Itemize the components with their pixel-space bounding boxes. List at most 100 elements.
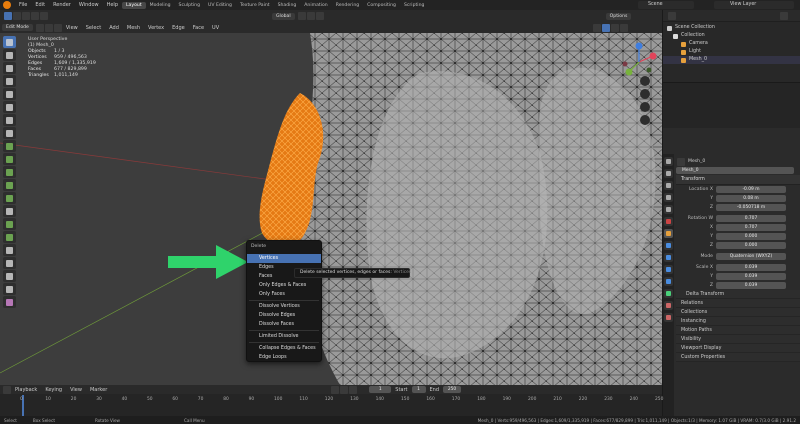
delta-transform-subpanel[interactable]: Delta Transform bbox=[676, 290, 800, 299]
rotation-mode-dropdown[interactable]: Quaternion (WXYZ) bbox=[716, 253, 786, 260]
relations-panel[interactable]: Relations bbox=[676, 299, 800, 308]
texture-tab-icon[interactable] bbox=[664, 313, 673, 322]
knife-tool-icon[interactable] bbox=[3, 205, 16, 217]
menu-keying[interactable]: Keying bbox=[41, 387, 66, 393]
outliner-item[interactable]: Collection bbox=[663, 32, 800, 40]
filter-icon[interactable] bbox=[780, 11, 788, 20]
location-x-field[interactable]: -0.09 m bbox=[716, 186, 786, 193]
menu-item-dissolve-edges[interactable]: Dissolve Edges bbox=[247, 311, 321, 320]
render-tab-icon[interactable] bbox=[664, 169, 673, 178]
rotate-tool-icon[interactable] bbox=[3, 75, 16, 87]
annotate-tool-icon[interactable] bbox=[3, 114, 16, 126]
scale-tool-icon[interactable] bbox=[3, 88, 16, 100]
mode-dropdown[interactable]: Edit Mode bbox=[2, 24, 33, 31]
object-tab-icon[interactable] bbox=[664, 229, 673, 238]
start-frame-field[interactable]: 1 bbox=[411, 386, 426, 393]
scale-x-field[interactable]: 0.039 bbox=[716, 264, 786, 271]
physics-tab-icon[interactable] bbox=[664, 265, 673, 274]
shear-tool-icon[interactable] bbox=[3, 283, 16, 295]
poly-build-tool-icon[interactable] bbox=[3, 218, 16, 230]
menu-marker[interactable]: Marker bbox=[86, 387, 111, 393]
menu-edit[interactable]: Edit bbox=[31, 2, 49, 8]
menu-render[interactable]: Render bbox=[49, 2, 75, 8]
tab-compositing[interactable]: Compositing bbox=[363, 2, 400, 9]
location-z-field[interactable]: -0.050718 m bbox=[716, 204, 786, 211]
rip-tool-icon[interactable] bbox=[3, 296, 16, 308]
menu-select[interactable]: Select bbox=[82, 25, 105, 31]
menu-face[interactable]: Face bbox=[189, 25, 208, 31]
view-layer-selector[interactable]: View Layer bbox=[714, 1, 794, 9]
world-tab-icon[interactable] bbox=[664, 217, 673, 226]
menu-edge[interactable]: Edge bbox=[168, 25, 189, 31]
menu-item-only-faces[interactable]: Only Faces bbox=[247, 290, 321, 299]
menu-item-dissolve-vertices[interactable]: Dissolve Vertices bbox=[247, 302, 321, 311]
scale-y-field[interactable]: 0.039 bbox=[716, 273, 786, 280]
select-mode-icon[interactable] bbox=[31, 12, 39, 20]
next-frame-icon[interactable] bbox=[349, 385, 358, 394]
end-frame-field[interactable]: 250 bbox=[443, 386, 462, 393]
material-tab-icon[interactable] bbox=[664, 301, 673, 310]
collections-panel[interactable]: Collections bbox=[676, 308, 800, 317]
options-dropdown[interactable]: Options bbox=[605, 12, 632, 20]
proportional-edit-icon[interactable] bbox=[315, 12, 324, 20]
blender-logo-icon[interactable] bbox=[3, 1, 11, 9]
pan-hand-icon[interactable] bbox=[640, 89, 650, 99]
add-cube-tool-icon[interactable] bbox=[3, 140, 16, 152]
data-tab-icon[interactable] bbox=[664, 289, 673, 298]
menu-item-vertices[interactable]: Vertices bbox=[247, 254, 321, 263]
rotation-w-field[interactable]: 0.707 bbox=[716, 215, 786, 222]
instancing-panel[interactable]: Instancing bbox=[676, 317, 800, 326]
tool-tab-icon[interactable] bbox=[664, 157, 673, 166]
menu-item-edge-loops[interactable]: Edge Loops bbox=[247, 353, 321, 362]
menu-mesh[interactable]: Mesh bbox=[123, 25, 144, 31]
shading-wire-icon[interactable] bbox=[593, 23, 602, 32]
orientation-dropdown[interactable]: Global bbox=[272, 12, 295, 20]
rotation-z-field[interactable]: 0.000 bbox=[716, 242, 786, 249]
menu-add[interactable]: Add bbox=[105, 25, 123, 31]
data-name-field[interactable]: Mesh_0 bbox=[676, 167, 794, 174]
menu-view[interactable]: View bbox=[66, 387, 86, 393]
menu-help[interactable]: Help bbox=[103, 2, 122, 8]
menu-item-limited-dissolve[interactable]: Limited Dissolve bbox=[247, 332, 321, 341]
3d-viewport[interactable] bbox=[0, 33, 662, 385]
particles-tab-icon[interactable] bbox=[664, 253, 673, 262]
modifier-tab-icon[interactable] bbox=[664, 241, 673, 250]
tab-sculpting[interactable]: Sculpting bbox=[175, 2, 204, 9]
extrude-tool-icon[interactable] bbox=[3, 153, 16, 165]
inset-tool-icon[interactable] bbox=[3, 166, 16, 178]
menu-item-collapse[interactable]: Collapse Edges & Faces bbox=[247, 344, 321, 353]
zoom-icon[interactable] bbox=[640, 76, 650, 86]
select-mode-icon[interactable] bbox=[40, 12, 48, 20]
scene-tab-icon[interactable] bbox=[664, 205, 673, 214]
rotation-y-field[interactable]: 0.000 bbox=[716, 233, 786, 240]
viewport-display-panel[interactable]: Viewport Display bbox=[676, 344, 800, 353]
outliner-item[interactable]: Camera bbox=[663, 40, 800, 48]
edge-slide-tool-icon[interactable] bbox=[3, 257, 16, 269]
tab-animation[interactable]: Animation bbox=[300, 2, 331, 9]
snap-icon[interactable] bbox=[306, 12, 315, 20]
transform-tool-icon[interactable] bbox=[3, 101, 16, 113]
camera-view-icon[interactable] bbox=[640, 102, 650, 112]
select-box-icon[interactable] bbox=[4, 12, 12, 20]
scene-selector[interactable]: Scene bbox=[638, 1, 694, 9]
play-icon[interactable] bbox=[340, 385, 349, 394]
outliner-item[interactable]: Mesh_0 bbox=[663, 56, 800, 64]
visibility-panel[interactable]: Visibility bbox=[676, 335, 800, 344]
view-layer-tab-icon[interactable] bbox=[664, 193, 673, 202]
transform-panel-header[interactable]: Transform bbox=[676, 175, 800, 185]
tab-modeling[interactable]: Modeling bbox=[146, 2, 175, 9]
scale-z-field[interactable]: 0.039 bbox=[716, 282, 786, 289]
tab-texture-paint[interactable]: Texture Paint bbox=[236, 2, 274, 9]
rotation-x-field[interactable]: 0.707 bbox=[716, 224, 786, 231]
menu-item-only-edges-faces[interactable]: Only Edges & Faces bbox=[247, 281, 321, 290]
select-mode-icon[interactable] bbox=[22, 12, 30, 20]
motion-paths-panel[interactable]: Motion Paths bbox=[676, 326, 800, 335]
select-tool-icon[interactable] bbox=[3, 36, 16, 48]
current-frame-field[interactable]: 1 bbox=[369, 386, 392, 393]
select-mode-icon[interactable] bbox=[13, 12, 21, 20]
menu-file[interactable]: File bbox=[15, 2, 31, 8]
constraints-tab-icon[interactable] bbox=[664, 277, 673, 286]
shading-solid-icon[interactable] bbox=[602, 23, 611, 32]
timeline-editor-icon[interactable] bbox=[3, 385, 11, 394]
spin-tool-icon[interactable] bbox=[3, 231, 16, 243]
